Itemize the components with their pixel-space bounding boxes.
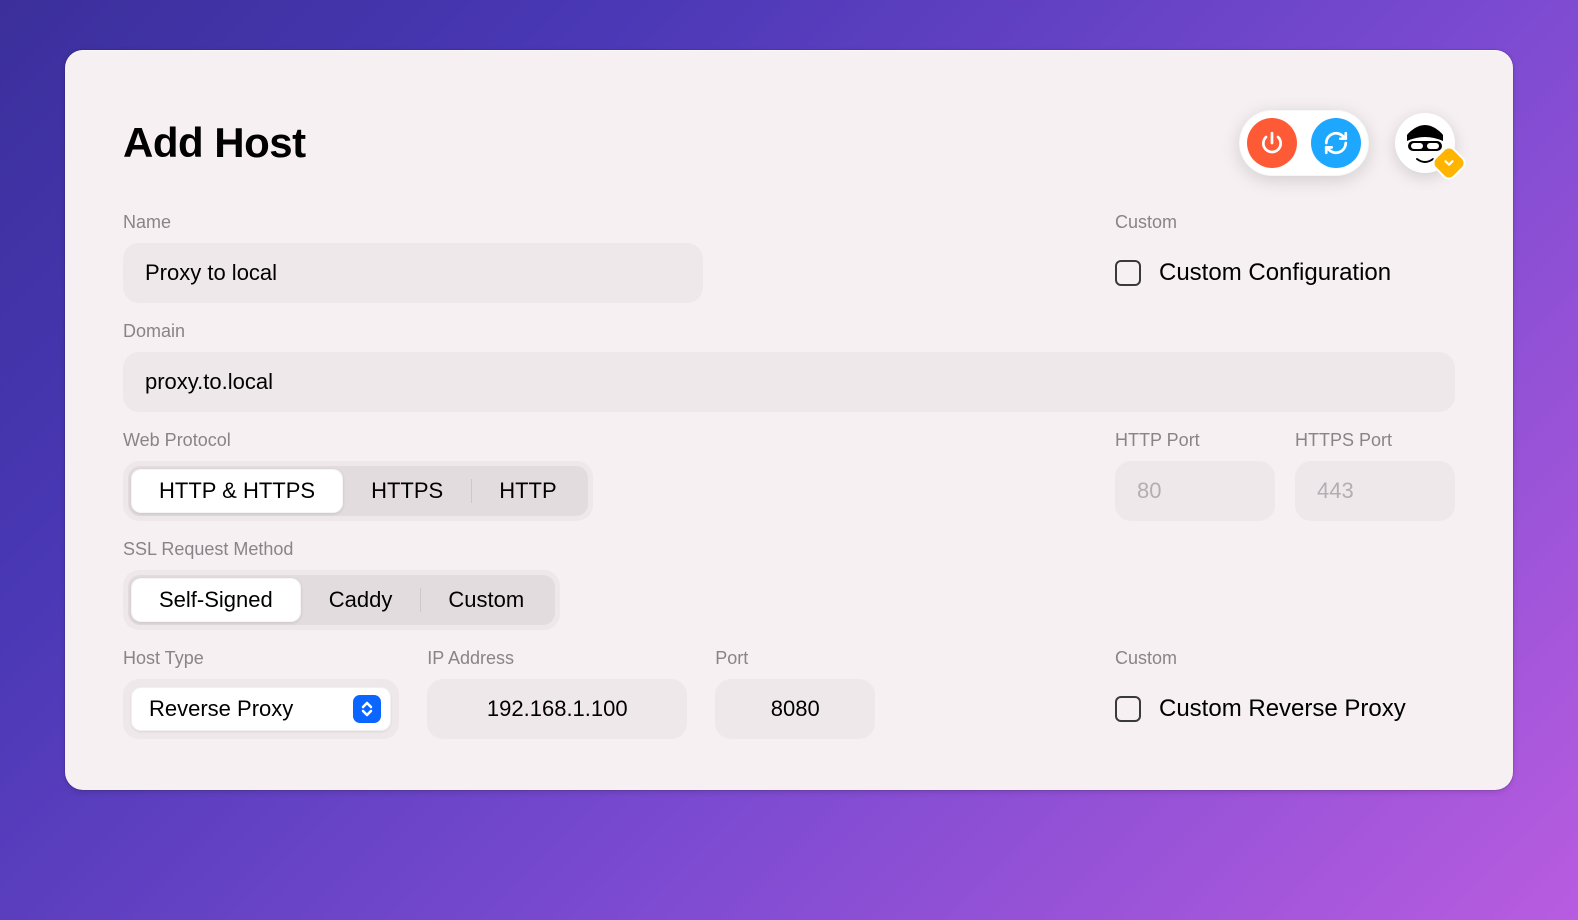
custom-reverse-proxy-label: Custom Reverse Proxy [1159, 695, 1406, 723]
domain-field: Domain [123, 321, 1455, 412]
name-input[interactable] [123, 243, 703, 303]
ip-address-input[interactable] [427, 679, 687, 739]
select-stepper-icon [353, 695, 381, 723]
host-type-label: Host Type [123, 648, 399, 669]
ssl-method-segmented: Self-Signed Caddy Custom [123, 570, 560, 630]
power-icon [1259, 130, 1285, 156]
http-port-label: HTTP Port [1115, 430, 1275, 451]
header-actions [1239, 110, 1455, 176]
checkbox-box [1115, 260, 1141, 286]
ip-address-field: IP Address [427, 648, 687, 739]
avatar[interactable] [1395, 113, 1455, 173]
custom-label-top: Custom [1115, 212, 1455, 233]
custom-configuration-label: Custom Configuration [1159, 259, 1391, 287]
custom-section-bottom: Custom Custom Reverse Proxy [1115, 648, 1455, 739]
domain-label: Domain [123, 321, 1455, 342]
action-pill [1239, 110, 1369, 176]
web-protocol-field: Web Protocol HTTP & HTTPS HTTPS HTTP [123, 430, 1063, 521]
add-host-window: Add Host [65, 50, 1513, 790]
port-input[interactable] [715, 679, 875, 739]
ports-row: HTTP Port HTTPS Port [1115, 430, 1455, 539]
ssl-method-option-custom[interactable]: Custom [420, 578, 552, 622]
chevron-down-icon [1442, 156, 1456, 170]
name-field: Name [123, 212, 703, 303]
ssl-method-option-self-signed[interactable]: Self-Signed [131, 578, 301, 622]
host-type-value: Reverse Proxy [149, 696, 293, 722]
bottom-left: Host Type Reverse Proxy IP Address Port [123, 648, 1063, 757]
ssl-method-option-caddy[interactable]: Caddy [301, 578, 421, 622]
refresh-button[interactable] [1311, 118, 1361, 168]
header: Add Host [123, 110, 1455, 176]
custom-section-top: Custom Custom Configuration [1115, 212, 1455, 303]
refresh-icon [1323, 130, 1349, 156]
bottom-right: Custom Custom Reverse Proxy [1115, 648, 1455, 757]
protocol-left: Web Protocol HTTP & HTTPS HTTPS HTTP SSL… [123, 430, 1063, 648]
checkbox-box [1115, 696, 1141, 722]
page-title: Add Host [123, 119, 306, 167]
https-port-label: HTTPS Port [1295, 430, 1455, 451]
form-right: Custom Custom Configuration [1115, 212, 1455, 321]
web-protocol-label: Web Protocol [123, 430, 1063, 451]
form-columns: Name Custom Custom Configuration [123, 212, 1455, 321]
web-protocol-option-http[interactable]: HTTP [471, 469, 584, 513]
https-port-input[interactable] [1295, 461, 1455, 521]
custom-configuration-checkbox[interactable]: Custom Configuration [1115, 243, 1455, 303]
web-protocol-option-https[interactable]: HTTPS [343, 469, 471, 513]
custom-label-bottom: Custom [1115, 648, 1455, 669]
port-field: Port [715, 648, 875, 739]
http-port-field: HTTP Port [1115, 430, 1275, 521]
https-port-field: HTTPS Port [1295, 430, 1455, 521]
power-button[interactable] [1247, 118, 1297, 168]
domain-input[interactable] [123, 352, 1455, 412]
http-port-input[interactable] [1115, 461, 1275, 521]
ports-right: HTTP Port HTTPS Port [1115, 430, 1455, 648]
custom-reverse-proxy-checkbox[interactable]: Custom Reverse Proxy [1115, 679, 1455, 739]
ip-address-label: IP Address [427, 648, 687, 669]
ssl-method-field: SSL Request Method Self-Signed Caddy Cus… [123, 539, 1063, 630]
port-label: Port [715, 648, 875, 669]
host-type-field: Host Type Reverse Proxy [123, 648, 399, 739]
host-type-select[interactable]: Reverse Proxy [123, 679, 399, 739]
web-protocol-option-http-https[interactable]: HTTP & HTTPS [131, 469, 343, 513]
web-protocol-segmented: HTTP & HTTPS HTTPS HTTP [123, 461, 593, 521]
ssl-method-label: SSL Request Method [123, 539, 1063, 560]
bottom-row: Host Type Reverse Proxy IP Address Port [123, 648, 1455, 757]
protocol-columns: Web Protocol HTTP & HTTPS HTTPS HTTP SSL… [123, 430, 1455, 648]
name-label: Name [123, 212, 703, 233]
form-left: Name [123, 212, 1063, 321]
